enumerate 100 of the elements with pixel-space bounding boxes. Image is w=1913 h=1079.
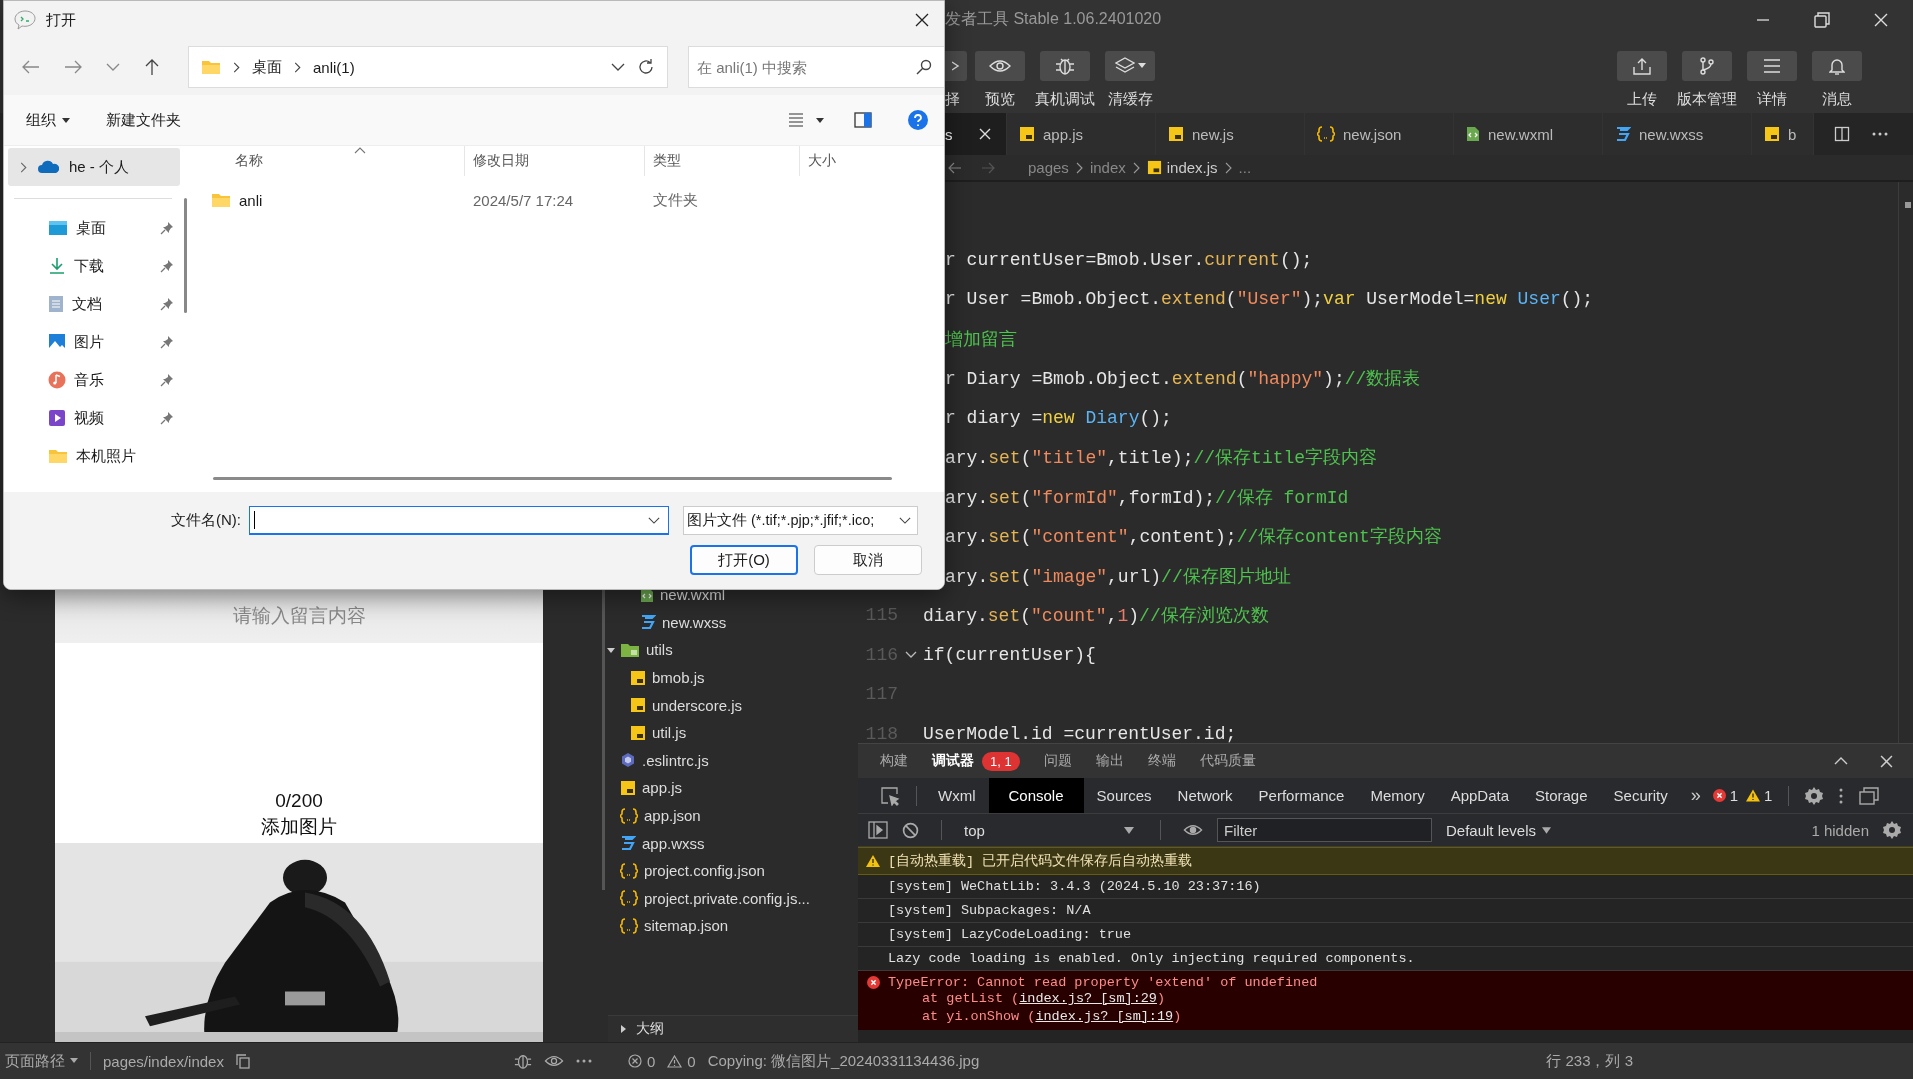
command-button[interactable]: 新建文件夹 <box>106 110 181 130</box>
breadcrumb-item[interactable]: index.js <box>1146 159 1218 176</box>
help-icon[interactable] <box>908 110 928 130</box>
back-arrow-icon[interactable] <box>948 161 962 174</box>
editor-tab[interactable]: new.js <box>1156 113 1305 155</box>
chevron-down-icon[interactable] <box>106 63 120 71</box>
devtools-tab[interactable]: Network <box>1164 778 1246 813</box>
open-button[interactable]: 打开(O) <box>690 545 798 575</box>
file-tree-item[interactable]: .eslintrc.js <box>608 746 858 775</box>
error-counter[interactable]: 1 <box>1712 787 1739 804</box>
warning-counter[interactable]: 1 <box>1746 787 1773 804</box>
file-tree-item[interactable]: app.json <box>608 801 858 830</box>
column-header[interactable]: 修改日期 <box>465 146 645 176</box>
devtools-tab[interactable]: Wxml <box>925 778 989 813</box>
more-icon[interactable] <box>576 1059 592 1063</box>
restore-icon[interactable] <box>1813 10 1831 29</box>
devtools-tab[interactable]: Memory <box>1357 778 1438 813</box>
split-editor-icon[interactable] <box>1834 126 1850 142</box>
editor-tab[interactable]: new.json <box>1305 113 1454 155</box>
cursor-position[interactable]: 行 233，列 3 <box>1546 1051 1633 1071</box>
dock-icon[interactable] <box>1859 786 1880 805</box>
toolbar-button[interactable] <box>1040 51 1090 81</box>
fold-chevron-icon[interactable] <box>904 650 917 659</box>
devtools-tab[interactable]: Sources <box>1083 778 1165 813</box>
chevron-up-icon[interactable] <box>1834 757 1848 765</box>
preview-pane-icon[interactable] <box>854 112 872 128</box>
copy-icon[interactable] <box>235 1053 250 1069</box>
navigation-item[interactable]: 本机照片 <box>8 437 184 475</box>
editor-tab[interactable]: new.wxss <box>1603 113 1752 155</box>
close-icon[interactable] <box>914 12 930 28</box>
file-tree-item[interactable]: project.private.config.js... <box>608 884 858 913</box>
panel-tab[interactable]: 输出 <box>1095 744 1124 778</box>
panel-tab[interactable]: 构建 <box>880 744 908 778</box>
panel-tab[interactable]: 终端 <box>1147 744 1176 778</box>
navigation-item[interactable]: 桌面 <box>8 209 184 247</box>
toolbar-button[interactable] <box>1105 51 1155 81</box>
warning-counter[interactable]: 0 <box>667 1052 696 1070</box>
panel-tab[interactable]: 问题 <box>1043 744 1072 778</box>
clear-console-icon[interactable] <box>902 821 919 839</box>
panel-tab[interactable]: 调试器 1, 1 <box>932 744 1020 778</box>
navigation-item[interactable]: he - 个人 <box>8 148 180 186</box>
command-button[interactable]: 组织 <box>26 110 70 130</box>
settings-icon[interactable] <box>1883 821 1901 839</box>
toolbar-button[interactable] <box>1812 51 1862 81</box>
toolbar-button[interactable] <box>975 51 1025 81</box>
cancel-button[interactable]: 取消 <box>814 545 922 575</box>
add-image-label[interactable]: 添加图片 <box>261 814 337 840</box>
filter-field[interactable]: Filter <box>1217 818 1432 842</box>
navigation-item[interactable]: 文档 <box>8 285 184 323</box>
settings-icon[interactable] <box>1805 786 1824 805</box>
devtools-tab[interactable]: Performance <box>1245 778 1358 813</box>
bug-icon[interactable] <box>514 1052 532 1070</box>
file-type-dropdown[interactable]: 图片文件 (*.tif;*.pjp;*.jfif;*.ico; <box>683 506 918 535</box>
file-row[interactable]: anli 2024/5/7 17:24 文件夹 <box>207 184 944 216</box>
context-dropdown[interactable]: top <box>964 821 1138 839</box>
file-tree-item[interactable]: app.wxss <box>608 829 858 857</box>
more-icon[interactable] <box>1872 132 1888 136</box>
column-header[interactable]: 大小 <box>800 146 836 176</box>
editor-tab[interactable]: b <box>1752 113 1814 155</box>
source-link[interactable]: index.js? [sm]:19 <box>1035 1009 1174 1024</box>
breadcrumb-item[interactable]: index <box>1089 159 1126 176</box>
refresh-icon[interactable] <box>637 58 655 76</box>
file-tree-item[interactable]: utils <box>608 636 858 664</box>
horizontal-scrollbar[interactable] <box>213 477 892 480</box>
file-tree-item[interactable]: new.wxss <box>608 608 858 637</box>
breadcrumb-item[interactable]: pages <box>1028 159 1069 176</box>
toolbar-button[interactable] <box>1617 51 1667 81</box>
back-arrow-icon[interactable] <box>22 60 40 74</box>
toolbar-button[interactable] <box>1682 51 1732 81</box>
more-tabs-button[interactable]: » <box>1690 785 1701 806</box>
error-counter[interactable]: 0 <box>628 1052 656 1070</box>
view-options-button[interactable] <box>788 113 824 127</box>
devtools-tab[interactable]: Console <box>988 778 1084 813</box>
file-tree-item[interactable]: app.js <box>608 774 858 802</box>
devtools-tab[interactable]: Security <box>1600 778 1681 813</box>
editor-tab[interactable]: new.wxml <box>1454 113 1603 155</box>
navigation-item[interactable]: 音乐 <box>8 361 184 399</box>
up-arrow-icon[interactable] <box>144 58 160 76</box>
address-bar[interactable]: 桌面 anli(1) <box>188 46 668 88</box>
column-header[interactable]: 名称 <box>207 146 465 176</box>
devtools-tab[interactable]: Storage <box>1522 778 1601 813</box>
panel-tab[interactable]: 代码质量 <box>1199 744 1256 778</box>
forward-arrow-icon[interactable] <box>64 60 82 74</box>
toolbar-button[interactable] <box>1747 51 1797 81</box>
navigation-item[interactable]: 视频 <box>8 399 184 437</box>
navigation-item[interactable]: 下载 <box>8 247 184 285</box>
editor-tab[interactable]: s <box>945 113 1007 155</box>
page-path-dropdown[interactable]: 页面路径 <box>5 1051 78 1071</box>
toolbar-button[interactable] <box>945 51 967 81</box>
file-tree-item[interactable]: bmob.js <box>608 663 858 692</box>
devtools-tab[interactable]: AppData <box>1437 778 1522 813</box>
sidebar-toggle-icon[interactable] <box>868 821 888 839</box>
search-field[interactable]: 在 anli(1) 中搜索 <box>688 46 944 88</box>
source-link[interactable]: index.js? [sm]:29 <box>1019 991 1157 1006</box>
file-tree-item[interactable]: sitemap.json <box>608 912 858 940</box>
log-levels-dropdown[interactable]: Default levels <box>1446 821 1552 839</box>
file-name-field[interactable] <box>249 506 669 535</box>
editor-tab[interactable]: app.js <box>1007 113 1156 155</box>
eye-icon[interactable] <box>544 1055 564 1067</box>
file-tree-item[interactable]: project.config.json <box>608 856 858 885</box>
